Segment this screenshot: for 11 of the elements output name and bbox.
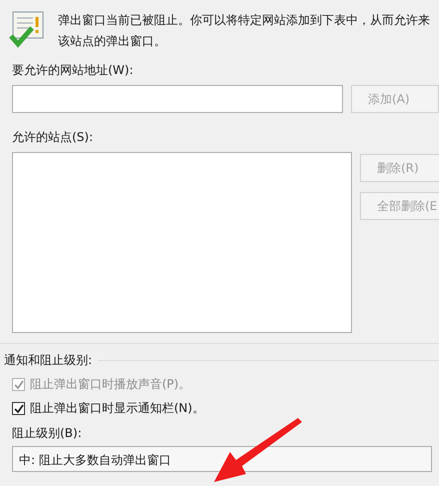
level-label: 阻止级别(B): — [12, 425, 83, 442]
checkbox[interactable] — [12, 402, 25, 415]
section-title: 通知和阻止级别: — [4, 352, 92, 369]
address-label: 要允许的网站地址(W): — [12, 62, 134, 79]
checkbox-label: 阻止弹出窗口时播放声音(P)。 — [30, 376, 191, 393]
blocked-message: 该站点的弹出窗口。 — [58, 33, 167, 50]
allowed-sites-label: 允许的站点(S): — [12, 129, 94, 146]
checkbox-label: 阻止弹出窗口时显示通知栏(N)。 — [30, 400, 204, 417]
address-field[interactable] — [12, 85, 343, 113]
blocked-message: 弹出窗口当前已被阻止。你可以将特定网站添加到下表中，从而允许来 — [58, 12, 430, 29]
block-level-dropdown[interactable]: 中: 阻止大多数自动弹出窗口 — [12, 446, 432, 472]
